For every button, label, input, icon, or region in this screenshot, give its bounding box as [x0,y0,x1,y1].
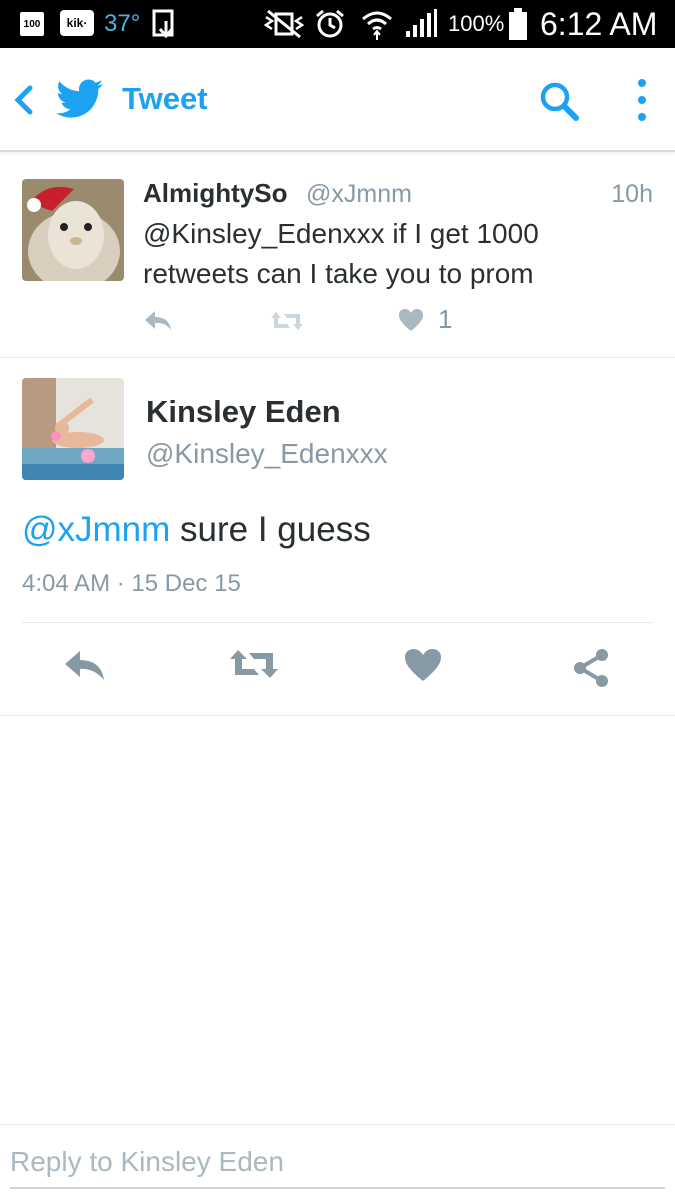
tweet-text: @Kinsley_Edenxxx if I get 1000 retweets … [143,218,539,289]
reply-composer [0,1124,675,1200]
alarm-icon [314,0,346,48]
main-tweet: Kinsley Eden @Kinsley_Edenxxx @xJmnm sur… [0,358,675,716]
battery-icon [508,0,528,48]
vibrate-mute-icon [262,0,306,48]
search-icon[interactable] [538,80,580,122]
heart-icon[interactable] [404,648,442,688]
author-handle[interactable]: @xJmnm [306,180,412,209]
heart-icon[interactable] [398,308,424,332]
author-name[interactable]: Kinsley Eden [146,394,341,430]
like-count: 1 [438,304,453,334]
author-handle[interactable]: @Kinsley_Edenxxx [146,438,388,470]
parent-tweet[interactable]: AlmightySo @xJmnm 10h @Kinsley_Edenxxx i… [0,154,675,358]
tweet-text: @xJmnm sure I guess [22,510,371,550]
divider [22,622,653,623]
signal-icon [404,0,438,48]
retweet-icon[interactable] [270,310,304,332]
retweet-icon[interactable] [228,648,280,688]
author-name[interactable]: AlmightySo [143,178,287,209]
avatar[interactable] [22,179,124,281]
share-icon[interactable] [572,648,610,688]
download-icon [152,0,180,48]
twitter-bird-icon [56,78,104,120]
tweet-time: 10h [611,180,653,208]
battery-percent: 100% [448,11,505,36]
tweet-body: sure I guess [170,510,371,549]
wifi-icon [360,0,394,48]
reply-icon[interactable] [143,308,173,334]
tweet-actions [0,648,675,688]
temperature: 37° [104,10,141,37]
page-title: Tweet [122,81,208,116]
status-bar: 100 kik· 37° 100% 6:12 AM [0,0,675,48]
more-vertical-icon[interactable] [632,78,652,122]
reply-icon[interactable] [62,648,106,688]
back-chevron-icon[interactable] [10,84,38,116]
kik-notification-icon: kik· [60,10,94,36]
tweet-timestamp: 4:04 AM · 15 Dec 15 [22,570,241,597]
notification-badge: 100 [20,12,44,36]
mention-link[interactable]: @xJmnm [22,510,170,549]
clock: 6:12 AM [540,5,658,42]
reply-input[interactable] [10,1137,665,1189]
app-bar: Tweet [0,48,675,152]
avatar[interactable] [22,378,124,480]
